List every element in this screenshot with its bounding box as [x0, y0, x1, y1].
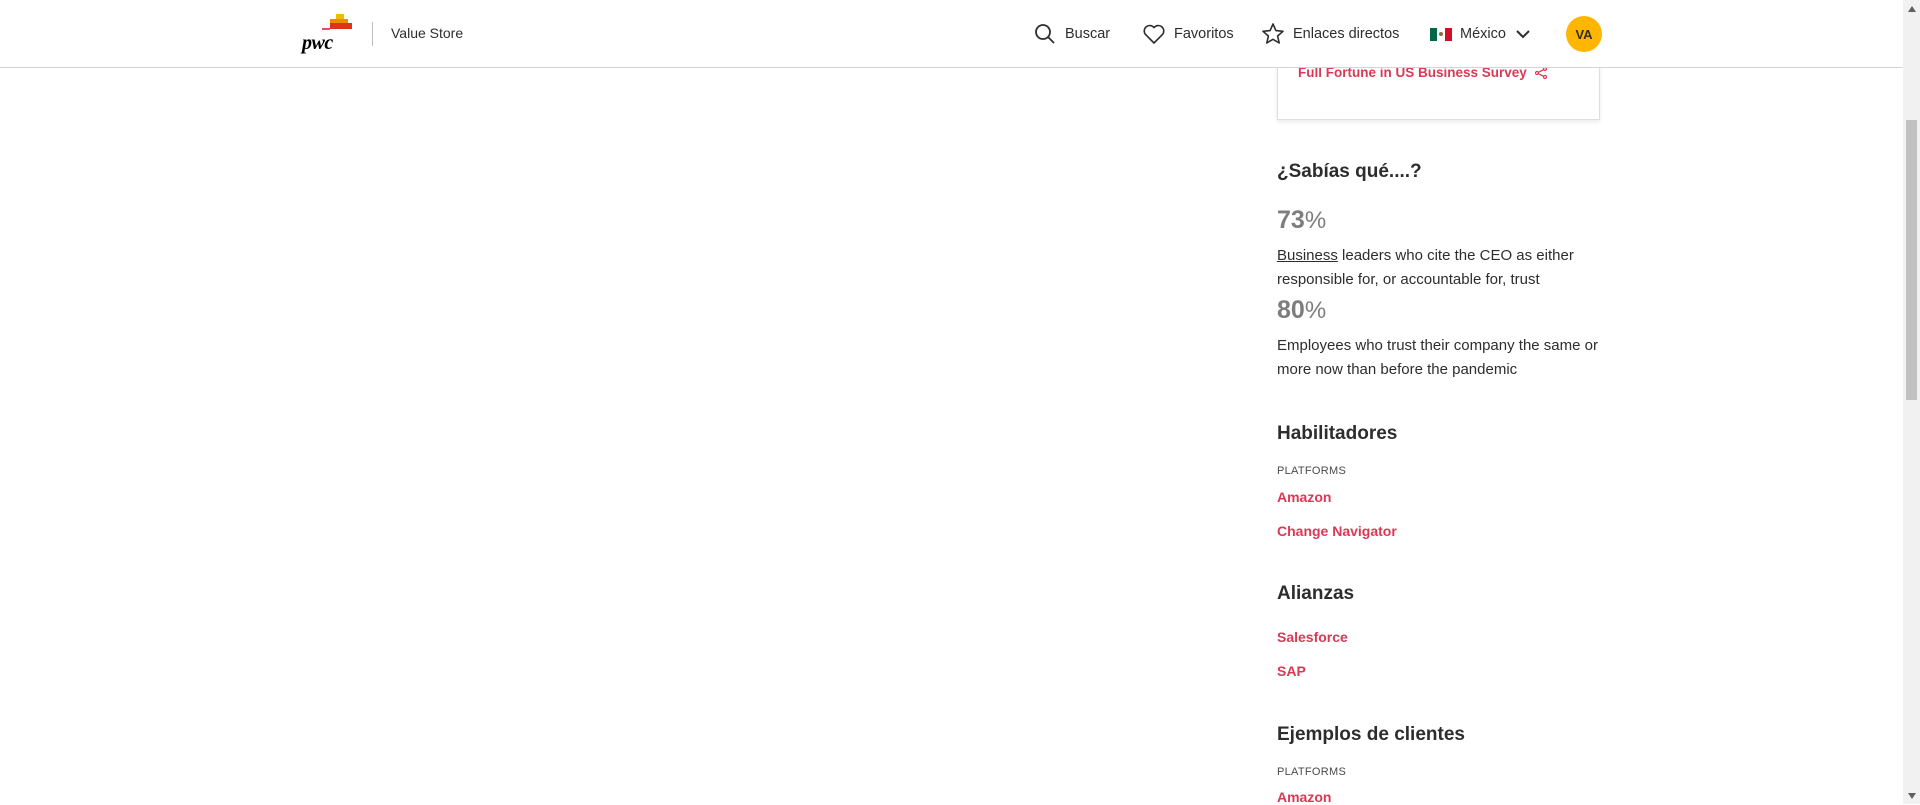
- top-header: pwc Value Store Buscar Favoritos Enlaces…: [0, 0, 1903, 68]
- chevron-down-icon: [1516, 30, 1530, 39]
- alliance-link-sap[interactable]: SAP: [1277, 663, 1306, 679]
- enabler-link-amazon[interactable]: Amazon: [1277, 489, 1331, 505]
- enablers-heading: Habilitadores: [1277, 423, 1398, 444]
- pwc-logo[interactable]: pwc: [300, 14, 356, 54]
- enablers-category: PLATFORMS: [1277, 465, 1347, 477]
- shortcuts-button[interactable]: Enlaces directos: [1261, 18, 1399, 50]
- search-button[interactable]: Buscar: [1033, 18, 1110, 50]
- stat-number-2: 80: [1277, 296, 1305, 324]
- scroll-down-arrow[interactable]: [1903, 787, 1920, 804]
- scroll-up-arrow[interactable]: [1903, 0, 1920, 17]
- search-label: Buscar: [1065, 26, 1111, 42]
- stat-unit-2: %: [1304, 297, 1327, 324]
- client-examples-heading: Ejemplos de clientes: [1277, 724, 1465, 745]
- alliances-heading: Alianzas: [1277, 583, 1355, 604]
- stat-description-2: Employees who trust their company the sa…: [1277, 337, 1598, 378]
- stat-unit-1: %: [1304, 207, 1327, 234]
- user-avatar[interactable]: VA: [1566, 16, 1602, 52]
- star-icon: [1262, 23, 1284, 44]
- shortcuts-label: Enlaces directos: [1293, 26, 1400, 42]
- search-icon: [1035, 24, 1055, 44]
- business-link[interactable]: Business: [1277, 247, 1338, 264]
- favorites-button[interactable]: Favoritos: [1142, 18, 1234, 50]
- logo-text: pwc: [302, 32, 333, 54]
- client-examples-category: PLATFORMS: [1277, 766, 1347, 778]
- scrollbar-thumb[interactable]: [1906, 120, 1917, 400]
- alliance-link-salesforce[interactable]: Salesforce: [1277, 629, 1348, 645]
- share-icon[interactable]: [1534, 66, 1547, 79]
- stat-number-1: 73: [1277, 206, 1305, 234]
- app-title[interactable]: Value Store: [391, 25, 463, 41]
- did-you-know-heading: ¿Sabías qué....?: [1277, 161, 1422, 182]
- stat-value-1: 73%: [1277, 206, 1326, 235]
- stat-description-1: Business leaders who cite the CEO as eit…: [1277, 244, 1607, 292]
- country-selector[interactable]: México: [1430, 18, 1530, 50]
- client-example-link-amazon[interactable]: Amazon: [1277, 789, 1331, 805]
- favorites-label: Favoritos: [1174, 26, 1234, 42]
- mexico-flag-icon: [1430, 27, 1452, 41]
- heart-icon: [1143, 24, 1165, 45]
- page-scrollbar[interactable]: [1903, 0, 1920, 804]
- stat-value-2: 80%: [1277, 296, 1326, 325]
- country-label: México: [1460, 26, 1506, 42]
- brand-divider: [372, 22, 373, 46]
- enabler-link-change-navigator[interactable]: Change Navigator: [1277, 523, 1397, 539]
